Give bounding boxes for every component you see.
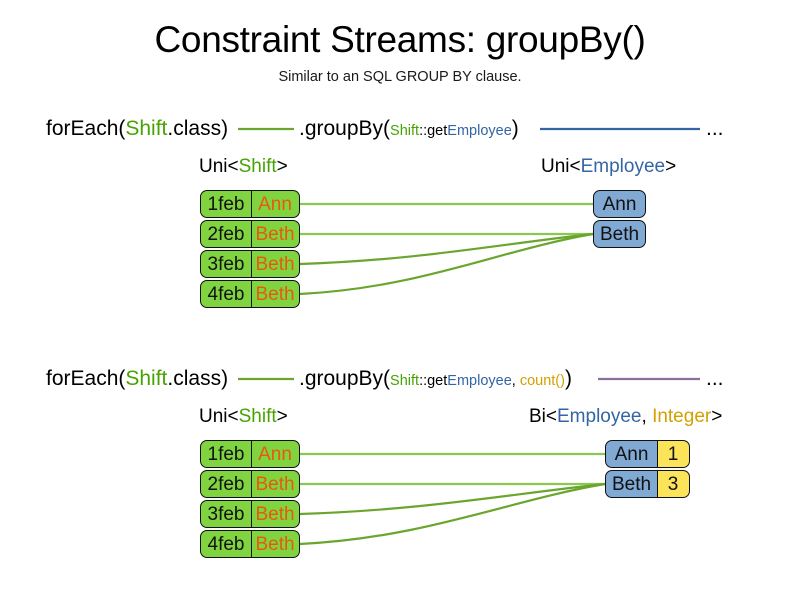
employee-row: Beth [593, 220, 646, 248]
groupby-param-sep-1: ::get [419, 123, 448, 139]
signature-ellipsis-1: ... [706, 117, 724, 140]
shift-row: 2feb Beth [200, 470, 300, 498]
result-type-suffix-1: > [665, 156, 677, 177]
diagram-canvas: Constraint Streams: groupBy() Similar to… [0, 0, 800, 600]
shift-date-cell: 4feb [200, 280, 252, 308]
source-type-prefix-1: Uni< [199, 156, 239, 177]
foreach-type-1: Shift [125, 117, 168, 140]
employee-row: Ann [593, 190, 646, 218]
shift-row: 4feb Beth [200, 530, 300, 558]
signature-foreach-1: forEach(Shift.class) [46, 116, 228, 142]
shift-employee-cell: Ann [251, 440, 300, 468]
result-type-suffix-2: > [711, 406, 723, 427]
groupby-param-owner-2: Shift [390, 373, 420, 389]
result-type-label-1: Uni<Employee> [541, 155, 676, 179]
result-type-separator-2: , [641, 406, 653, 427]
page-title: Constraint Streams: groupBy() [154, 19, 646, 60]
groupby-collector-2: count() [519, 373, 565, 389]
signature-groupby-2: .groupBy(Shift::getEmployee, count()) [299, 366, 572, 394]
foreach-suffix-2: .class) [167, 367, 229, 390]
source-type-label-1: Uni<Shift> [199, 155, 288, 179]
shift-employee-cell: Ann [251, 190, 300, 218]
shift-date-cell: 2feb [200, 220, 252, 248]
groupby-param-prop-2: Employee [447, 373, 512, 389]
shift-row: 2feb Beth [200, 220, 300, 248]
groupby-keyword-1: .groupBy( [299, 117, 391, 140]
foreach-suffix-1: .class) [167, 117, 229, 140]
employee-count-cell: 1 [657, 440, 690, 468]
groupby-param-prop-1: Employee [447, 123, 512, 139]
result-type-name2-2: Integer [652, 406, 712, 427]
shift-date-cell: 3feb [200, 250, 252, 278]
employee-count-row: Beth 3 [605, 470, 690, 498]
employee-count-cell: 3 [657, 470, 690, 498]
employee-name-cell: Ann [605, 440, 658, 468]
shift-date-cell: 4feb [200, 530, 252, 558]
foreach-keyword-1: forEach( [46, 117, 126, 140]
shift-employee-cell: Beth [251, 500, 300, 528]
shift-row: 1feb Ann [200, 190, 300, 218]
shift-employee-cell: Beth [251, 220, 300, 248]
shift-date-cell: 1feb [200, 440, 252, 468]
foreach-type-2: Shift [125, 367, 168, 390]
employee-name-cell: Ann [593, 190, 646, 218]
source-type-label-2: Uni<Shift> [199, 405, 288, 429]
shift-employee-cell: Beth [251, 470, 300, 498]
shift-row: 3feb Beth [200, 500, 300, 528]
employee-count-row: Ann 1 [605, 440, 690, 468]
shift-date-cell: 2feb [200, 470, 252, 498]
source-type-name-1: Shift [238, 156, 277, 177]
connector-lines [238, 127, 700, 546]
shift-employee-cell: Beth [251, 280, 300, 308]
shift-employee-cell: Beth [251, 530, 300, 558]
employee-name-cell: Beth [593, 220, 646, 248]
groupby-close-1: ) [511, 117, 519, 140]
groupby-keyword-2: .groupBy( [299, 367, 391, 390]
fact-link-4feb-beth-2 [299, 482, 606, 546]
employee-name-cell: Beth [605, 470, 658, 498]
shift-employee-cell: Beth [251, 250, 300, 278]
signature-foreach-2: forEach(Shift.class) [46, 366, 228, 392]
fact-link-3feb-beth-2 [299, 482, 606, 516]
fact-link-4feb-beth [299, 232, 594, 296]
shift-date-cell: 3feb [200, 500, 252, 528]
fact-link-3feb-beth [299, 232, 594, 266]
result-type-name-2: Employee [557, 406, 642, 427]
shift-row: 4feb Beth [200, 280, 300, 308]
source-type-prefix-2: Uni< [199, 406, 239, 427]
shift-date-cell: 1feb [200, 190, 252, 218]
groupby-param-comma-2: , [511, 373, 520, 389]
page-subtitle: Similar to an SQL GROUP BY clause. [278, 69, 522, 85]
groupby-close-2: ) [564, 367, 572, 390]
result-type-prefix-2: Bi< [529, 406, 557, 427]
source-type-suffix-2: > [276, 406, 288, 427]
source-type-suffix-1: > [276, 156, 288, 177]
foreach-keyword-2: forEach( [46, 367, 126, 390]
source-type-name-2: Shift [238, 406, 277, 427]
groupby-param-sep-2: ::get [419, 373, 448, 389]
shift-row: 3feb Beth [200, 250, 300, 278]
result-type-label-2: Bi<Employee, Integer> [529, 405, 722, 429]
result-type-name-1: Employee [580, 156, 666, 177]
result-type-prefix-1: Uni< [541, 156, 581, 177]
signature-groupby-1: .groupBy(Shift::getEmployee) [299, 116, 519, 144]
groupby-param-owner-1: Shift [390, 123, 420, 139]
signature-ellipsis-2: ... [706, 367, 724, 390]
shift-row: 1feb Ann [200, 440, 300, 468]
